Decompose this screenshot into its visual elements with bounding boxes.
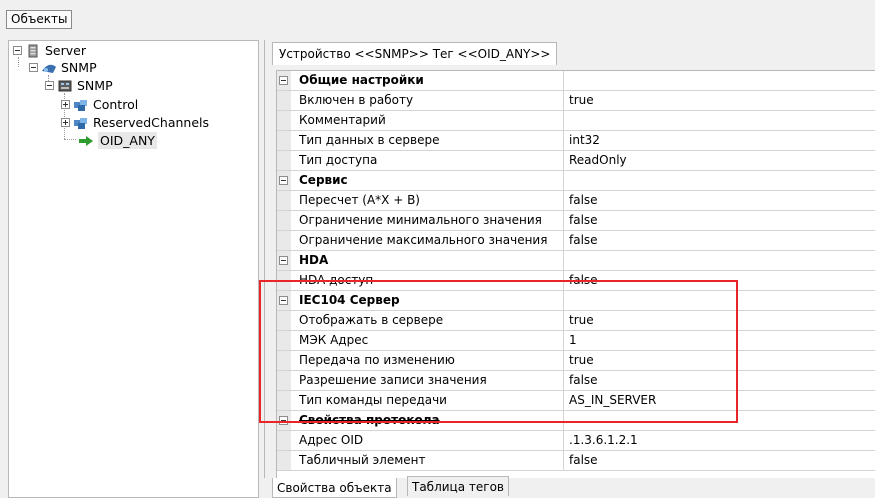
property-row[interactable]: Табличный элемент false: [277, 451, 875, 471]
category-row[interactable]: IEC104 Сервер: [277, 291, 875, 311]
property-row[interactable]: Комментарий: [277, 111, 875, 131]
property-value: [565, 251, 875, 270]
category-label: HDA: [295, 251, 564, 270]
property-name: Разрешение записи значения: [295, 371, 564, 390]
bottom-tab-bar: Свойства объекта Таблица тегов: [264, 476, 875, 498]
property-name: Тип доступа: [295, 151, 564, 170]
property-row[interactable]: HDA доступ false: [277, 271, 875, 291]
property-row[interactable]: Отображать в сервере true: [277, 311, 875, 331]
collapse-icon[interactable]: [45, 81, 54, 90]
collapse-icon[interactable]: [279, 416, 288, 425]
tree-item-label: SNMP: [61, 60, 97, 75]
property-name: Отображать в сервере: [295, 311, 564, 330]
collapse-icon[interactable]: [279, 296, 288, 305]
tree-item-control[interactable]: Control: [61, 96, 138, 113]
category-row[interactable]: Свойства протокола: [277, 411, 875, 431]
property-value[interactable]: true: [565, 351, 875, 370]
property-name: HDA доступ: [295, 271, 564, 290]
expand-icon[interactable]: [61, 100, 70, 109]
tree-item-oid-any[interactable]: OID_ANY: [78, 132, 157, 149]
property-value: [565, 291, 875, 310]
property-row[interactable]: Пересчет (A*X + B) false: [277, 191, 875, 211]
tree-item-label: Server: [45, 43, 86, 58]
property-row[interactable]: Ограничение максимального значения false: [277, 231, 875, 251]
property-row[interactable]: Тип команды передачи AS_IN_SERVER: [277, 391, 875, 411]
property-row[interactable]: МЭК Адрес 1: [277, 331, 875, 351]
property-name: Комментарий: [295, 111, 564, 130]
property-value[interactable]: [565, 111, 875, 130]
tree-item-reserved-channels[interactable]: ReservedChannels: [61, 114, 209, 131]
property-name: Передача по изменению: [295, 351, 564, 370]
tab-tags-table[interactable]: Таблица тегов: [407, 476, 509, 496]
tree-connector: [64, 139, 76, 140]
property-grid: Общие настройки Включен в работу true Ко…: [276, 70, 875, 478]
property-value[interactable]: AS_IN_SERVER: [565, 391, 875, 410]
property-value[interactable]: true: [565, 91, 875, 110]
property-name: Адрес OID: [295, 431, 564, 450]
property-row[interactable]: Разрешение записи значения false: [277, 371, 875, 391]
property-value[interactable]: int32: [565, 131, 875, 150]
category-label: Свойства протокола: [295, 411, 564, 430]
property-row[interactable]: Передача по изменению true: [277, 351, 875, 371]
property-name: МЭК Адрес: [295, 331, 564, 350]
objects-button[interactable]: Объекты: [6, 10, 73, 29]
server-icon: [28, 44, 38, 57]
property-value[interactable]: false: [565, 231, 875, 250]
property-row[interactable]: Адрес OID .1.3.6.1.2.1: [277, 431, 875, 451]
property-value[interactable]: false: [565, 451, 875, 470]
property-value[interactable]: false: [565, 211, 875, 230]
tab-object-properties[interactable]: Свойства объекта: [272, 478, 397, 498]
folder-group-icon: [74, 117, 87, 129]
properties-panel: Устройство <<SNMP>> Тег <<OID_ANY>> Общи…: [264, 40, 875, 478]
tab-device-tag[interactable]: Устройство <<SNMP>> Тег <<OID_ANY>>: [272, 42, 558, 65]
property-value[interactable]: .1.3.6.1.2.1: [565, 431, 875, 450]
tree-item-snmp-device[interactable]: SNMP: [45, 77, 113, 94]
property-name: Табличный элемент: [295, 451, 564, 470]
property-value[interactable]: 1: [565, 331, 875, 350]
object-tree[interactable]: Server SNMP SNMP Control ReservedChannel…: [8, 40, 259, 498]
property-row[interactable]: Тип данных в сервере int32: [277, 131, 875, 151]
property-row[interactable]: Ограничение минимального значения false: [277, 211, 875, 231]
property-name: Пересчет (A*X + B): [295, 191, 564, 210]
tree-item-label: OID_ANY: [98, 132, 157, 149]
property-name: Тип данных в сервере: [295, 131, 564, 150]
property-value: [565, 171, 875, 190]
protocol-icon: [42, 64, 56, 73]
expand-icon[interactable]: [61, 118, 70, 127]
tree-item-label: Control: [93, 97, 139, 112]
property-name: Ограничение минимального значения: [295, 211, 564, 230]
toolbar: Объекты: [0, 0, 875, 38]
property-name: Ограничение максимального значения: [295, 231, 564, 250]
category-label: Общие настройки: [295, 71, 564, 90]
collapse-icon[interactable]: [29, 63, 38, 72]
collapse-icon[interactable]: [279, 76, 288, 85]
tree-item-snmp-group[interactable]: SNMP: [29, 59, 97, 76]
category-label: IEC104 Сервер: [295, 291, 564, 310]
tag-arrow-icon: [79, 135, 93, 146]
tree-item-server[interactable]: Server: [13, 42, 86, 59]
property-row[interactable]: Тип доступа ReadOnly: [277, 151, 875, 171]
collapse-icon[interactable]: [13, 46, 22, 55]
tree-item-label: ReservedChannels: [93, 115, 210, 130]
property-value[interactable]: false: [565, 191, 875, 210]
tree-item-label: SNMP: [77, 78, 113, 93]
collapse-icon[interactable]: [279, 256, 288, 265]
property-value[interactable]: true: [565, 311, 875, 330]
device-icon: [58, 80, 72, 91]
property-value[interactable]: false: [565, 371, 875, 390]
category-label: Сервис: [295, 171, 564, 190]
folder-group-icon: [74, 99, 87, 111]
property-value[interactable]: ReadOnly: [565, 151, 875, 170]
property-name: Тип команды передачи: [295, 391, 564, 410]
property-name: Включен в работу: [295, 91, 564, 110]
category-row[interactable]: Общие настройки: [277, 71, 875, 91]
category-row[interactable]: Сервис: [277, 171, 875, 191]
collapse-icon[interactable]: [279, 176, 288, 185]
category-row[interactable]: HDA: [277, 251, 875, 271]
property-value: [565, 71, 875, 90]
property-value[interactable]: false: [565, 271, 875, 290]
property-value: [565, 411, 875, 430]
property-row[interactable]: Включен в работу true: [277, 91, 875, 111]
